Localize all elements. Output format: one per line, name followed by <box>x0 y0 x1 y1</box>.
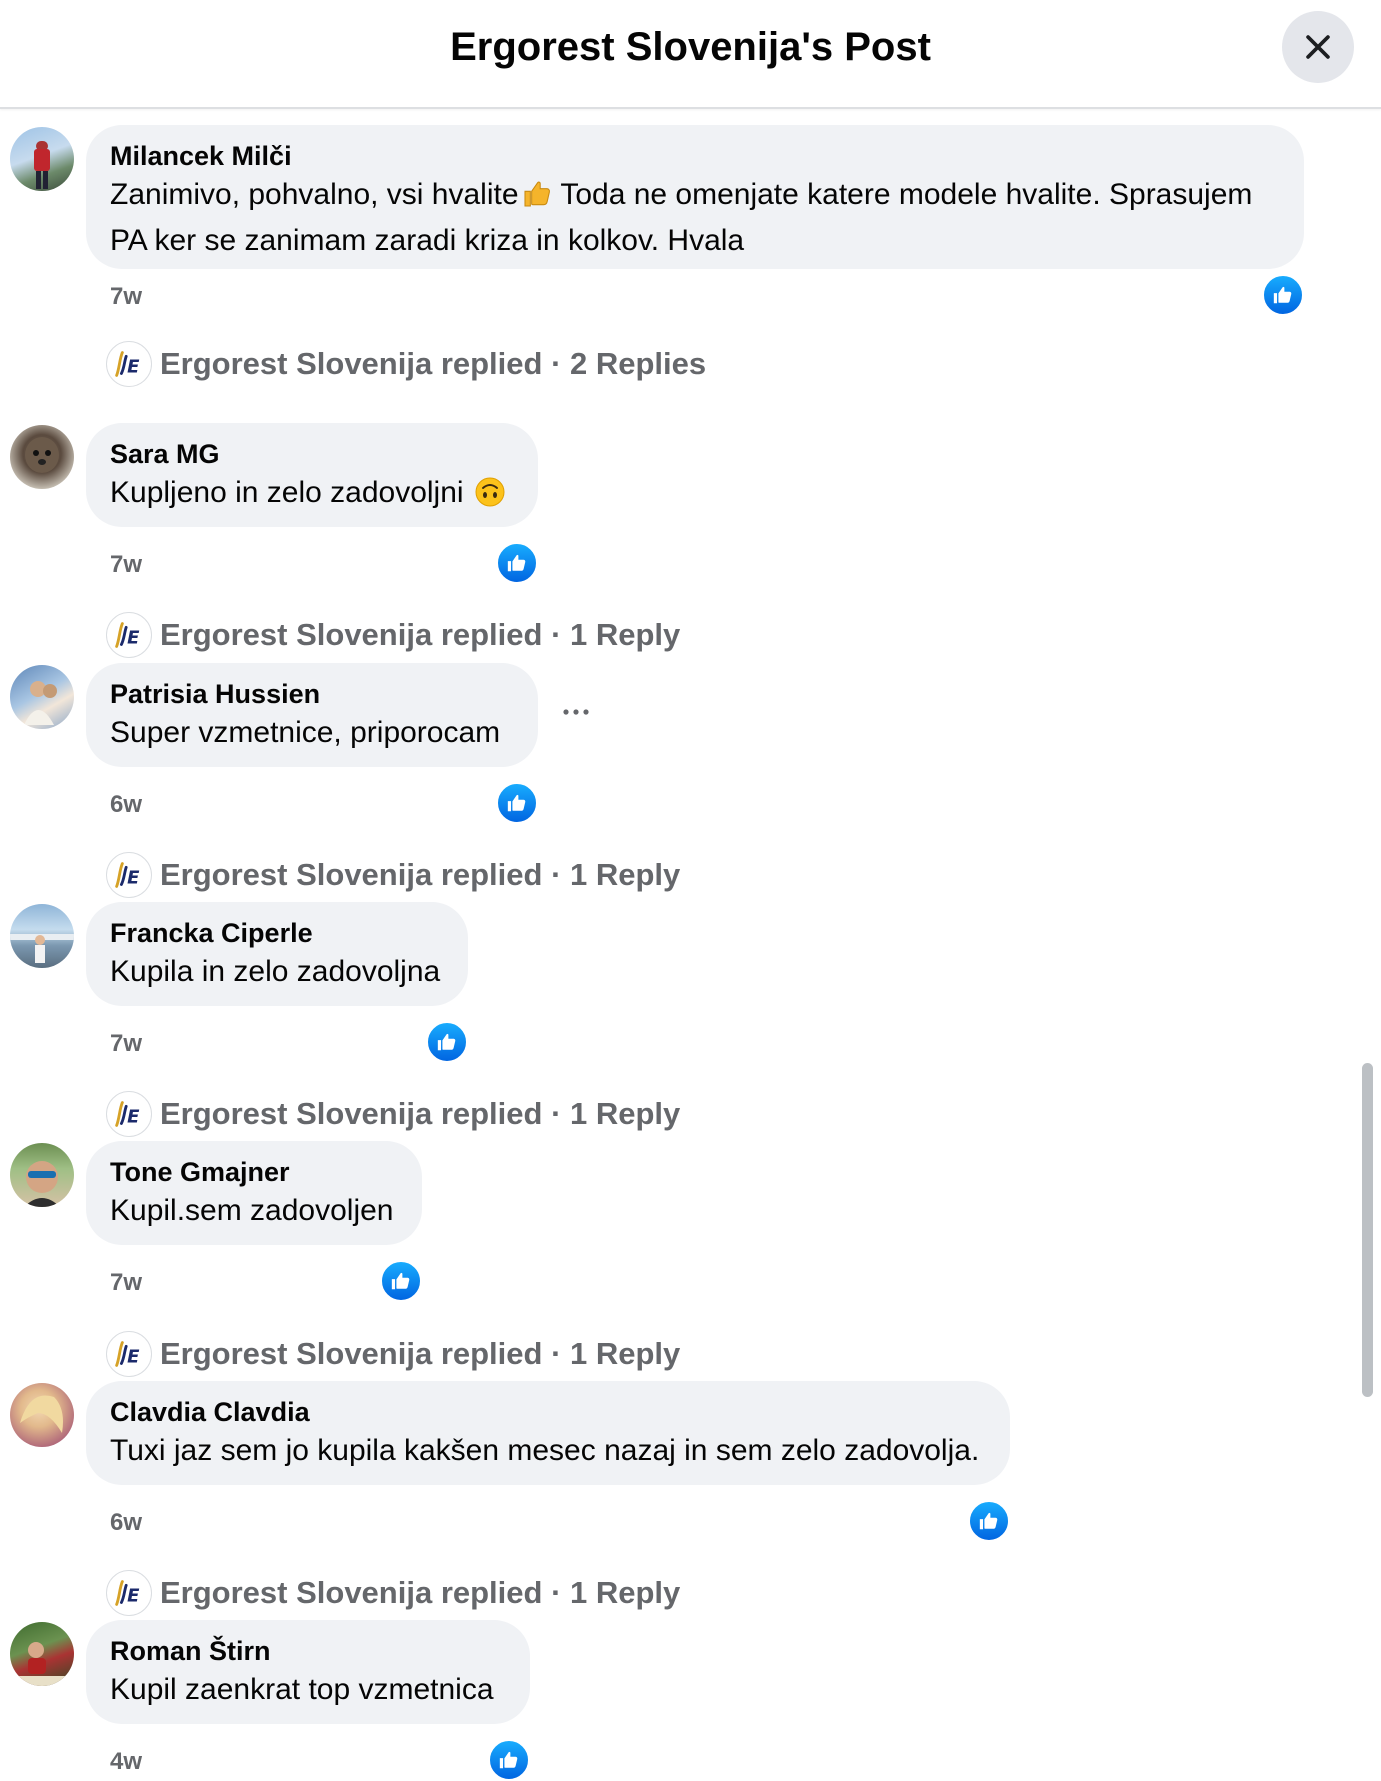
avatar[interactable] <box>10 904 74 968</box>
comment-text: Kupljeno in zelo zadovoljni <box>110 473 514 519</box>
comment-timestamp[interactable]: 7w <box>110 1030 142 1058</box>
ergorest-logo-icon <box>106 341 152 387</box>
comment-item: Sara MG Kupljeno in zelo zadovoljni 7w E… <box>0 407 1381 658</box>
comment-bubble: Sara MG Kupljeno in zelo zadovoljni <box>86 423 538 527</box>
comment-text: Kupil zaenkrat top vzmetnica <box>110 1673 494 1706</box>
more-options-button[interactable] <box>556 692 596 732</box>
avatar[interactable] <box>10 1143 74 1207</box>
comment-bubble: Tone Gmajner Kupil.sem zadovoljen <box>86 1141 422 1245</box>
comment-text: Kupila in zelo zadovoljna <box>110 955 441 988</box>
comment-item: Francka Ciperle Kupila in zelo zadovoljn… <box>0 886 1381 1137</box>
comment-item: Tone Gmajner Kupil.sem zadovoljen 7w Erg… <box>0 1125 1381 1377</box>
comments-list: Milancek Milči Zanimivo, pohvalno, vsi h… <box>0 109 1381 1781</box>
like-reaction-icon[interactable] <box>380 1260 422 1302</box>
like-reaction-icon[interactable] <box>968 1500 1010 1542</box>
page-title: Ergorest Slovenija's Post <box>450 25 931 69</box>
like-reaction-icon[interactable] <box>1262 274 1304 316</box>
comment-item: Roman Štirn Kupil zaenkrat top vzmetnica… <box>0 1604 1381 1781</box>
view-replies-link[interactable]: Ergorest Slovenija replied · 2 Replies <box>106 339 706 389</box>
avatar[interactable] <box>10 127 74 191</box>
post-header: Ergorest Slovenija's Post <box>0 0 1381 109</box>
comment-timestamp[interactable]: 6w <box>110 791 142 819</box>
comment-text: Zanimivo, pohvalno, vsi hvalite Toda ne … <box>110 178 1253 257</box>
comment-text: Tuxi jaz sem jo kupila kakšen mesec naza… <box>110 1434 980 1467</box>
comment-text: Kupil.sem zadovoljen <box>110 1194 394 1227</box>
comment-author[interactable]: Roman Štirn <box>110 1636 506 1666</box>
thumbs-up-emoji-icon <box>521 178 553 221</box>
comment-author[interactable]: Clavdia Clavdia <box>110 1397 986 1427</box>
comment-item: Patrisia Hussien Super vzmetnice, pripor… <box>0 647 1381 898</box>
like-reaction-icon[interactable] <box>496 782 538 824</box>
avatar[interactable] <box>10 1622 74 1686</box>
comment-timestamp[interactable]: 7w <box>110 1269 142 1297</box>
comment-timestamp[interactable]: 7w <box>110 283 142 311</box>
avatar[interactable] <box>10 425 74 489</box>
scrollbar[interactable] <box>1362 1063 1373 1397</box>
comment-bubble: Roman Štirn Kupil zaenkrat top vzmetnica <box>86 1620 530 1724</box>
comment-bubble: Patrisia Hussien Super vzmetnice, pripor… <box>86 663 538 767</box>
comment-author[interactable]: Sara MG <box>110 439 514 469</box>
comment-bubble: Francka Ciperle Kupila in zelo zadovoljn… <box>86 902 468 1006</box>
comment-item: Milancek Milči Zanimivo, pohvalno, vsi h… <box>0 109 1381 387</box>
upside-down-face-emoji-icon <box>474 476 506 519</box>
comment-author[interactable]: Francka Ciperle <box>110 918 444 948</box>
like-reaction-icon[interactable] <box>496 542 538 584</box>
like-reaction-icon[interactable] <box>426 1021 468 1063</box>
avatar[interactable] <box>10 665 74 729</box>
replies-summary: Ergorest Slovenija replied · 2 Replies <box>160 346 707 381</box>
comment-item: Clavdia Clavdia Tuxi jaz sem jo kupila k… <box>0 1365 1381 1616</box>
comment-author[interactable]: Patrisia Hussien <box>110 679 514 709</box>
comment-author[interactable]: Tone Gmajner <box>110 1157 398 1187</box>
more-options-icon <box>563 709 589 715</box>
comment-bubble: Milancek Milči Zanimivo, pohvalno, vsi h… <box>86 125 1304 269</box>
comment-text: Super vzmetnice, priporocam <box>110 716 501 749</box>
comment-bubble: Clavdia Clavdia Tuxi jaz sem jo kupila k… <box>86 1381 1010 1485</box>
comment-author[interactable]: Milancek Milči <box>110 141 1280 171</box>
close-button[interactable] <box>1282 11 1354 83</box>
like-reaction-icon[interactable] <box>488 1739 530 1781</box>
comment-timestamp[interactable]: 7w <box>110 551 142 579</box>
comment-timestamp[interactable]: 4w <box>110 1748 142 1776</box>
avatar[interactable] <box>10 1383 74 1447</box>
comment-timestamp[interactable]: 6w <box>110 1509 142 1537</box>
close-icon <box>1306 35 1330 59</box>
